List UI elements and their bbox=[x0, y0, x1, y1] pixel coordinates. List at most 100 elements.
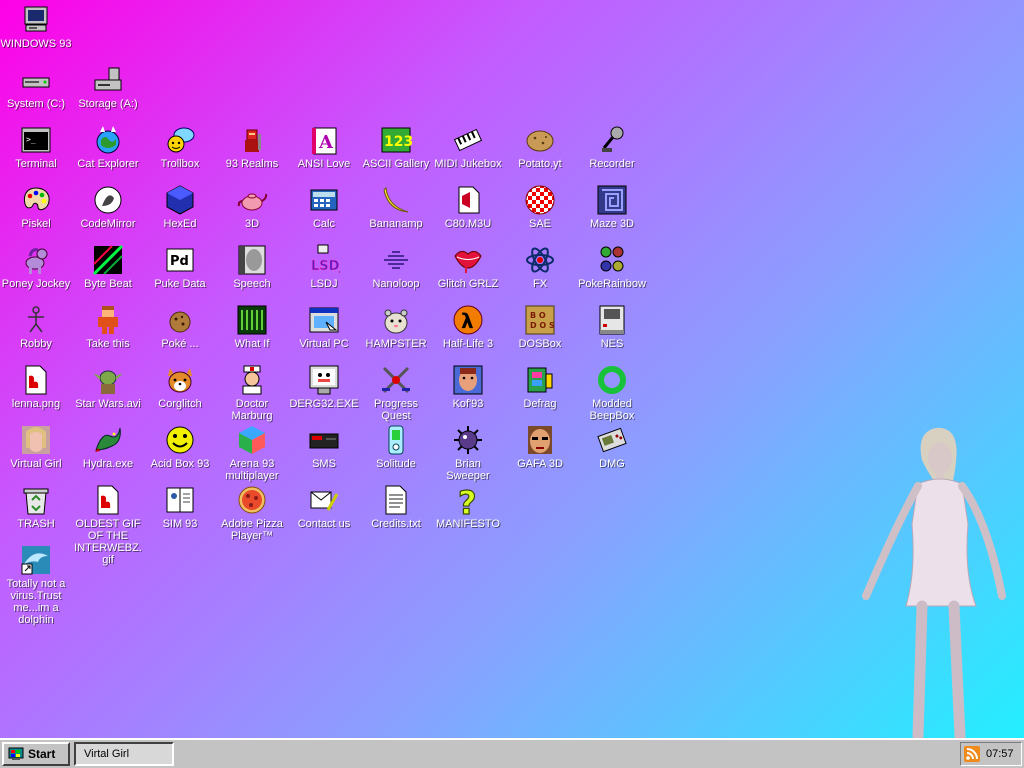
maze-icon bbox=[596, 184, 628, 216]
defrag-icon bbox=[524, 364, 556, 396]
desktop-icon-lenna-png[interactable]: lenna.png bbox=[0, 360, 72, 410]
desktop-icon-take-this[interactable]: Take this bbox=[72, 300, 144, 350]
desktop-icon-storage-a[interactable]: Storage (A:) bbox=[72, 60, 144, 110]
desktop-icon-bananamp[interactable]: Bananamp bbox=[360, 180, 432, 230]
desktop-icon-hexed[interactable]: HexEd bbox=[144, 180, 216, 230]
desktop-icon-system-c[interactable]: System (C:) bbox=[0, 60, 72, 110]
desktop-icon-midi-jukebox[interactable]: MIDI Jukebox bbox=[432, 120, 504, 170]
svg-text:?: ? bbox=[458, 484, 477, 516]
desktop-icon-poney-jockey[interactable]: Poney Jockey bbox=[0, 240, 72, 290]
desktop-icon-defrag[interactable]: Defrag bbox=[504, 360, 576, 410]
desktop-icon-dolphin[interactable]: Totally not a virus.Trust me...im a dolp… bbox=[0, 540, 72, 626]
desktop-icon-poke[interactable]: Poké ... bbox=[144, 300, 216, 350]
svg-text:LSDJ: LSDJ bbox=[311, 259, 340, 274]
virtual-girl-figure[interactable] bbox=[860, 420, 1010, 742]
desktop-icon-what-if[interactable]: What If bbox=[216, 300, 288, 350]
lambda-icon: λ bbox=[452, 304, 484, 336]
desktop-icon-hampster[interactable]: HAMPSTER bbox=[360, 300, 432, 350]
desktop-icon-ansi-love[interactable]: A ANSI Love bbox=[288, 120, 360, 170]
pd-icon: Pd bbox=[164, 244, 196, 276]
desktop-icon-derg32[interactable]: DERG32.EXE bbox=[288, 360, 360, 410]
dosbox-icon: B OD O S bbox=[524, 304, 556, 336]
desktop-icon-speech[interactable]: Speech bbox=[216, 240, 288, 290]
desktop-icon-brian-sweeper[interactable]: Brian Sweeper bbox=[432, 420, 504, 482]
desktop-icon-fx[interactable]: FX bbox=[504, 240, 576, 290]
desktop-icon-oldest-gif[interactable]: OLDEST GIF OF THE INTERWEBZ.gif bbox=[72, 480, 144, 566]
desktop-icon-dmg[interactable]: DMG bbox=[576, 420, 648, 470]
desktop-icon-star-wars[interactable]: Star Wars.avi bbox=[72, 360, 144, 410]
taskbar-item-virtual-girl[interactable]: Virtal Girl bbox=[74, 742, 174, 766]
desktop-icon-modded-beepbox[interactable]: Modded BeepBox bbox=[576, 360, 648, 422]
desktop-icon-sae[interactable]: SAE bbox=[504, 180, 576, 230]
ring-icon bbox=[596, 364, 628, 396]
hex-cube-icon bbox=[164, 184, 196, 216]
computer-icon bbox=[20, 4, 52, 36]
desktop-icon-hydra[interactable]: Hydra.exe bbox=[72, 420, 144, 470]
rss-feed-icon[interactable] bbox=[964, 746, 980, 762]
console-icon bbox=[308, 424, 340, 456]
gameboy-icon bbox=[596, 424, 628, 456]
desktop-icon-kof93[interactable]: Kof'93 bbox=[432, 360, 504, 410]
desktop-icon-c80-m3u[interactable]: C80.M3U bbox=[432, 180, 504, 230]
lips-icon bbox=[452, 244, 484, 276]
desktop-icon-nanoloop[interactable]: Nanoloop bbox=[360, 240, 432, 290]
desktop-icon-cat-explorer[interactable]: Cat Explorer bbox=[72, 120, 144, 170]
desktop-icon-3d[interactable]: 3D bbox=[216, 180, 288, 230]
smiley-icon bbox=[164, 424, 196, 456]
desktop-icon-windows93[interactable]: WINDOWS 93 bbox=[0, 0, 72, 50]
clock[interactable]: 07:57 bbox=[986, 748, 1014, 760]
svg-text:123: 123 bbox=[384, 134, 412, 150]
desktop-icon-puke-data[interactable]: Pd Puke Data bbox=[144, 240, 216, 290]
desktop-icon-progress-quest[interactable]: Progress Quest bbox=[360, 360, 432, 422]
desktop-icon-trollbox[interactable]: Trollbox bbox=[144, 120, 216, 170]
terminal-icon: >_ bbox=[20, 124, 52, 156]
desktop-icon-virtual-girl[interactable]: Virtual Girl bbox=[0, 420, 72, 470]
microphone-icon bbox=[596, 124, 628, 156]
desktop-icon-dosbox[interactable]: B OD O S DOSBox bbox=[504, 300, 576, 350]
desktop-icon-maze-3d[interactable]: Maze 3D bbox=[576, 180, 648, 230]
mirror-icon bbox=[92, 184, 124, 216]
desktop-icon-pokerainbow[interactable]: PokeRainbow bbox=[576, 240, 648, 290]
desktop-icon-sms[interactable]: SMS bbox=[288, 420, 360, 470]
desktop-icon-adobe-pizza[interactable]: Adobe Pizza Player™ bbox=[216, 480, 288, 542]
what-if-icon bbox=[236, 304, 268, 336]
desktop-icon-potato-yt[interactable]: Potato.yt bbox=[504, 120, 576, 170]
desktop-icon-gafa-3d[interactable]: GAFA 3D bbox=[504, 420, 576, 470]
desktop-icon-codemirror[interactable]: CodeMirror bbox=[72, 180, 144, 230]
yoda-icon bbox=[92, 364, 124, 396]
desktop-icon-doctor-marburg[interactable]: Doctor Marburg bbox=[216, 360, 288, 422]
boing-ball-icon bbox=[524, 184, 556, 216]
cat-globe-icon bbox=[92, 124, 124, 156]
desktop-icon-contact-us[interactable]: Contact us bbox=[288, 480, 360, 530]
nes-icon bbox=[596, 304, 628, 336]
desktop-icon-acid-box-93[interactable]: Acid Box 93 bbox=[144, 420, 216, 470]
desktop-icon-virtual-pc[interactable]: Virtual PC bbox=[288, 300, 360, 350]
desktop-icon-arena-93[interactable]: Arena 93 multiplayer bbox=[216, 420, 288, 482]
lsdj-icon: LSDJ bbox=[308, 244, 340, 276]
desktop-icon-robby[interactable]: Robby bbox=[0, 300, 72, 350]
desktop-icon-trash[interactable]: TRASH bbox=[0, 480, 72, 530]
svg-text:B O: B O bbox=[530, 311, 546, 320]
desktop-icon-nes[interactable]: NES bbox=[576, 300, 648, 350]
desktop-icon-sim-93[interactable]: SIM 93 bbox=[144, 480, 216, 530]
desktop-icon-solitude[interactable]: Solitude bbox=[360, 420, 432, 470]
pizza-icon bbox=[236, 484, 268, 516]
speech-face-icon bbox=[236, 244, 268, 276]
desktop-icon-93-realms[interactable]: 93 Realms bbox=[216, 120, 288, 170]
desktop-icon-terminal[interactable]: >_ Terminal bbox=[0, 120, 72, 170]
desktop-icon-manifesto[interactable]: ? MANIFESTO bbox=[432, 480, 504, 530]
desktop-icon-half-life-3[interactable]: λ Half-Life 3 bbox=[432, 300, 504, 350]
desktop-icon-corglitch[interactable]: Corglitch bbox=[144, 360, 216, 410]
desktop-icon-piskel[interactable]: Piskel bbox=[0, 180, 72, 230]
desktop-icon-recorder[interactable]: Recorder bbox=[576, 120, 648, 170]
desktop-icon-ascii-gallery[interactable]: 123 ASCII Gallery bbox=[360, 120, 432, 170]
corgi-icon bbox=[164, 364, 196, 396]
desktop-icon-glitch-grlz[interactable]: Glitch GRLZ bbox=[432, 240, 504, 290]
start-button[interactable]: Start bbox=[2, 742, 70, 766]
desktop-icon-lsdj[interactable]: LSDJ LSDJ bbox=[288, 240, 360, 290]
image-file-icon bbox=[20, 364, 52, 396]
desktop-icon-byte-beat[interactable]: Byte Beat bbox=[72, 240, 144, 290]
teapot-icon bbox=[236, 184, 268, 216]
desktop-icon-calc[interactable]: Calc bbox=[288, 180, 360, 230]
desktop-icon-credits[interactable]: Credits.txt bbox=[360, 480, 432, 530]
